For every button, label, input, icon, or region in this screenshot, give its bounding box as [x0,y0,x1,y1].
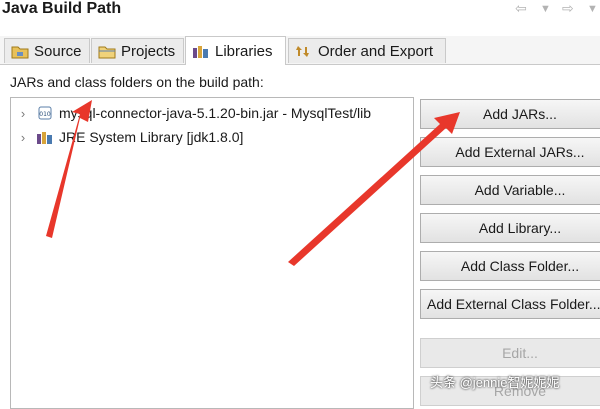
red-arrow-to-jar [46,100,92,238]
watermark: 头条 @jennie智妮妮妮 [430,375,560,390]
red-arrow-to-add-jars [288,112,460,266]
annotation-arrows [46,100,460,266]
